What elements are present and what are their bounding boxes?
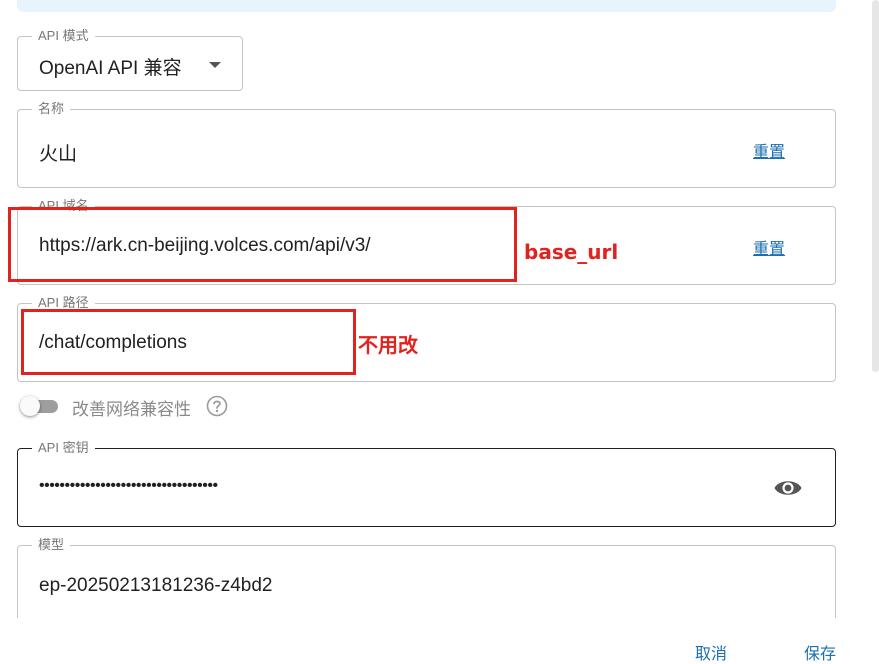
base-url-highlight [8,207,517,282]
info-banner [17,0,836,12]
footer-bar [0,618,879,648]
api-key-label: API 密钥 [32,440,95,456]
api-mode-select[interactable]: API 模式 OpenAI API 兼容 [17,28,243,91]
path-highlight [21,309,356,375]
no-change-annotation: 不用改 [358,333,418,357]
name-reset-button[interactable]: 重置 [753,138,785,162]
name-input[interactable]: 火山 [39,139,77,166]
base-url-annotation: base_url [524,240,619,264]
name-label: 名称 [32,101,71,117]
api-key-input[interactable]: ••••••••••••••••••••••••••••••••••• [39,477,218,495]
eye-icon[interactable] [773,475,803,501]
api-mode-value: OpenAI API 兼容 [39,58,182,79]
name-field[interactable]: 名称 火山 重置 [17,101,836,188]
scrollbar[interactable] [872,0,879,372]
toggle-thumb [20,396,40,416]
network-compat-label: 改善网络兼容性 [72,400,191,419]
model-label: 模型 [32,537,71,553]
network-compat-toggle[interactable] [20,396,62,416]
model-field[interactable]: 模型 ep-20250213181236-z4bd2 [17,537,836,624]
api-key-field[interactable]: API 密钥 •••••••••••••••••••••••••••••••••… [17,440,836,527]
api-domain-reset-button[interactable]: 重置 [753,235,785,259]
cancel-button[interactable]: 取消 [695,640,727,664]
chevron-down-icon [209,62,221,68]
api-mode-label: API 模式 [32,28,95,44]
save-button[interactable]: 保存 [804,640,836,664]
help-icon[interactable] [206,395,228,417]
model-input[interactable]: ep-20250213181236-z4bd2 [39,575,273,597]
